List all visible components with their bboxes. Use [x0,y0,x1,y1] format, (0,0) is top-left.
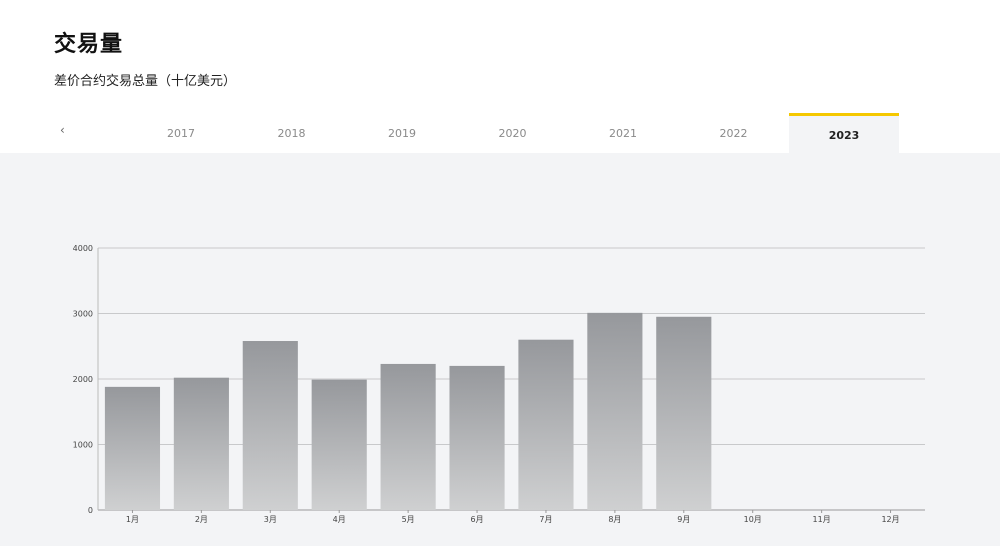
tab-2021[interactable]: 2021 [568,113,678,153]
tab-2019[interactable]: 2019 [347,113,457,153]
chevron-left-icon[interactable]: ‹ [60,123,65,137]
bar-6月[interactable] [449,365,505,510]
y-tick-label: 2000 [73,375,93,384]
header: 交易量 差价合约交易总量（十亿美元） [54,26,236,89]
x-tick-label: 6月 [470,515,483,524]
x-tick-label: 5月 [402,515,415,524]
year-tabs: ‹ 2017 2018 2019 2020 2021 2022 2023 [0,113,1000,153]
y-tick-label: 3000 [73,310,93,319]
bar-9月[interactable] [656,316,712,510]
x-tick-label: 12月 [881,515,899,524]
tab-2023[interactable]: 2023 [789,113,899,153]
x-tick-label: 1月 [126,515,139,524]
tab-2018[interactable]: 2018 [237,113,347,153]
tab-2017[interactable]: 2017 [126,113,236,153]
bar-7月[interactable] [518,339,574,510]
x-tick-label: 4月 [333,515,346,524]
bar-2月[interactable] [173,377,229,510]
bar-1月[interactable] [104,386,161,510]
page-subtitle: 差价合约交易总量（十亿美元） [54,74,237,89]
bar-4月[interactable] [311,379,367,510]
tab-2022[interactable]: 2022 [679,113,789,153]
y-tick-label: 0 [88,506,93,515]
y-tick-label: 1000 [73,441,93,450]
x-tick-label: 7月 [539,515,552,524]
bar-3月[interactable] [242,341,298,510]
x-tick-label: 9月 [677,515,690,524]
chart-area: 1月 2月 3月 4月 5月 6月 7月 8月 9月 10月 11月 12月 0 1000 2000 300… [0,153,1000,546]
page-title: 交易量 [54,32,124,57]
y-tick-label: 4000 [73,244,93,253]
bar-5月[interactable] [380,363,436,510]
x-tick-label: 8月 [608,515,621,524]
x-tick-label: 2月 [195,515,208,524]
bar-chart: 1月 2月 3月 4月 5月 6月 7月 8月 9月 10月 11月 12月 0 1000 2000 300… [73,244,925,524]
x-tick-label: 10月 [744,515,762,524]
bar-8月[interactable] [587,312,643,510]
x-tick-label: 11月 [813,515,831,524]
tab-2020[interactable]: 2020 [458,113,568,153]
x-tick-label: 3月 [264,515,277,524]
